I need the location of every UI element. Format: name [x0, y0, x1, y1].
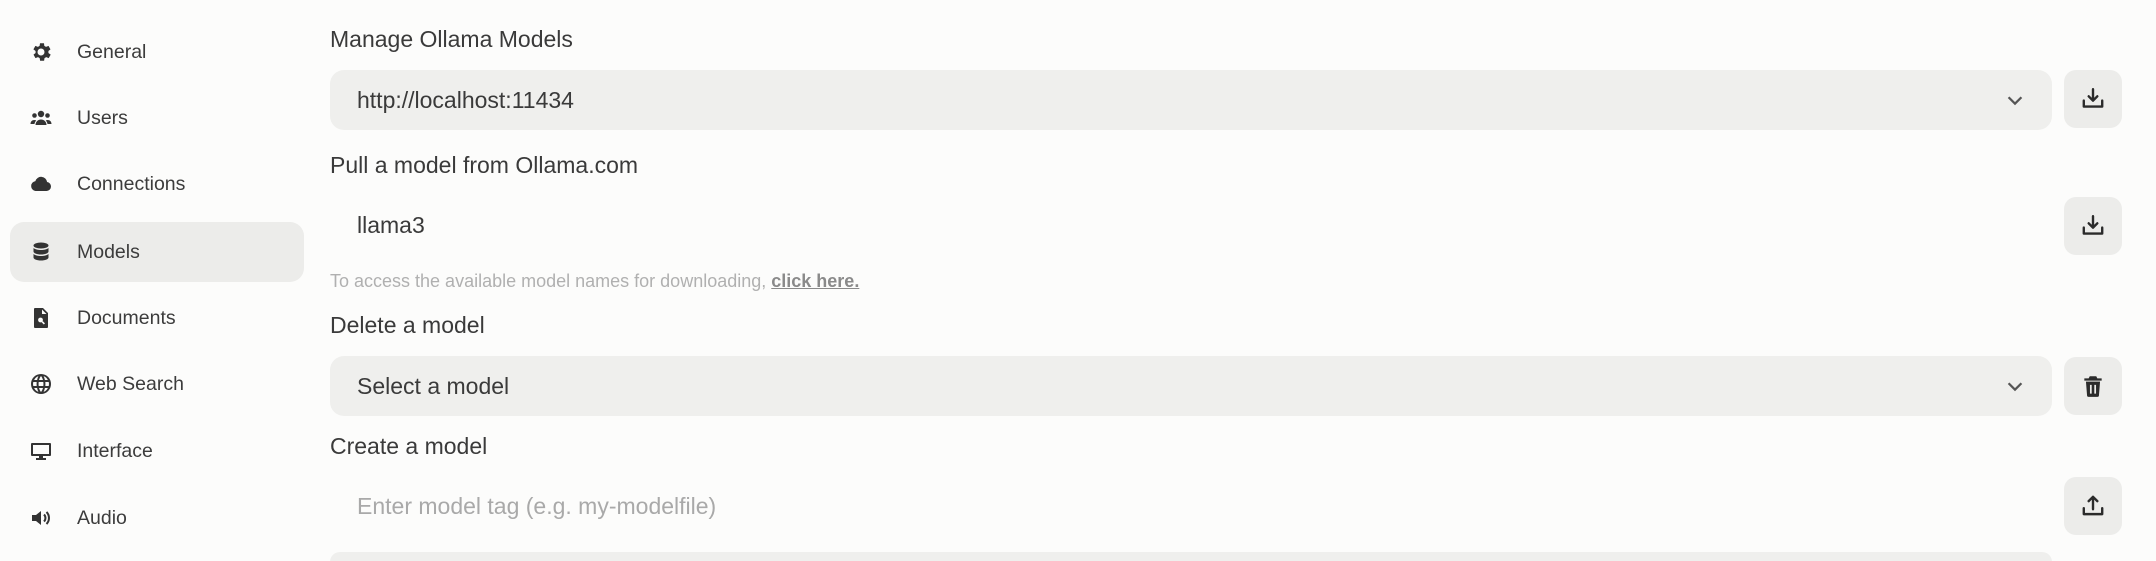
sidebar-item-audio[interactable]: Audio: [10, 488, 304, 548]
upload-modelfile-button[interactable]: [2064, 477, 2122, 535]
modelfile-textarea[interactable]: [330, 552, 2052, 561]
sidebar-item-general[interactable]: General: [10, 22, 304, 82]
update-models-button[interactable]: [2064, 70, 2122, 128]
create-model-title: Create a model: [330, 433, 488, 459]
upload-icon: [2082, 495, 2104, 516]
chevron-down-icon: [2004, 375, 2026, 397]
hint-text: To access the available model names for …: [330, 271, 772, 291]
trash-icon: [2084, 376, 2102, 397]
sidebar-item-users[interactable]: Users: [10, 88, 304, 148]
models-settings: Manage Ollama Models http://localhost:11…: [330, 0, 2130, 561]
model-library-link[interactable]: click here.: [771, 271, 859, 291]
model-tag-placeholder: Enter model tag (e.g. my-modelfile): [357, 492, 717, 519]
download-tray-icon: [2082, 88, 2104, 108]
database-icon: [28, 239, 54, 265]
sidebar-item-label: Interface: [77, 439, 153, 462]
pull-model-input[interactable]: llama3: [330, 195, 2052, 255]
pull-model-hint: To access the available model names for …: [330, 271, 859, 292]
gear-icon: [28, 39, 54, 65]
sidebar-item-web-search[interactable]: Web Search: [10, 354, 304, 414]
sidebar-item-label: Audio: [77, 506, 127, 529]
sidebar-item-label: Documents: [77, 306, 176, 329]
globe-icon: [28, 371, 54, 397]
sidebar-item-models[interactable]: Models: [10, 222, 304, 282]
delete-model-button[interactable]: [2064, 357, 2122, 415]
sidebar-item-label: Web Search: [77, 372, 184, 395]
sidebar-item-label: Models: [77, 240, 140, 263]
users-icon: [28, 105, 54, 131]
document-search-icon: [28, 305, 54, 331]
pull-model-value: llama3: [357, 211, 425, 238]
sidebar-item-label: Connections: [77, 172, 186, 195]
cloud-icon: [28, 171, 54, 197]
sidebar-item-label: Users: [77, 106, 128, 129]
manage-models-title: Manage Ollama Models: [330, 26, 573, 52]
delete-model-title: Delete a model: [330, 312, 485, 338]
chevron-down-icon: [2004, 89, 2026, 111]
sidebar-item-documents[interactable]: Documents: [10, 288, 304, 348]
ollama-url-value: http://localhost:11434: [357, 86, 574, 113]
monitor-icon: [28, 438, 54, 464]
sidebar-item-connections[interactable]: Connections: [10, 154, 304, 214]
delete-model-select[interactable]: Select a model: [330, 356, 2052, 416]
delete-model-value: Select a model: [357, 372, 510, 399]
download-icon: [2082, 215, 2104, 235]
model-tag-input[interactable]: Enter model tag (e.g. my-modelfile): [330, 476, 2052, 536]
settings-panel: General Users Connections Models Documen: [0, 0, 2156, 561]
speaker-icon: [28, 505, 54, 531]
pull-model-button[interactable]: [2064, 197, 2122, 255]
sidebar-item-interface[interactable]: Interface: [10, 421, 304, 481]
sidebar-item-label: General: [77, 40, 147, 63]
ollama-url-select[interactable]: http://localhost:11434: [330, 70, 2052, 130]
pull-model-title: Pull a model from Ollama.com: [330, 152, 639, 178]
settings-sidebar: General Users Connections Models Documen: [0, 0, 310, 561]
